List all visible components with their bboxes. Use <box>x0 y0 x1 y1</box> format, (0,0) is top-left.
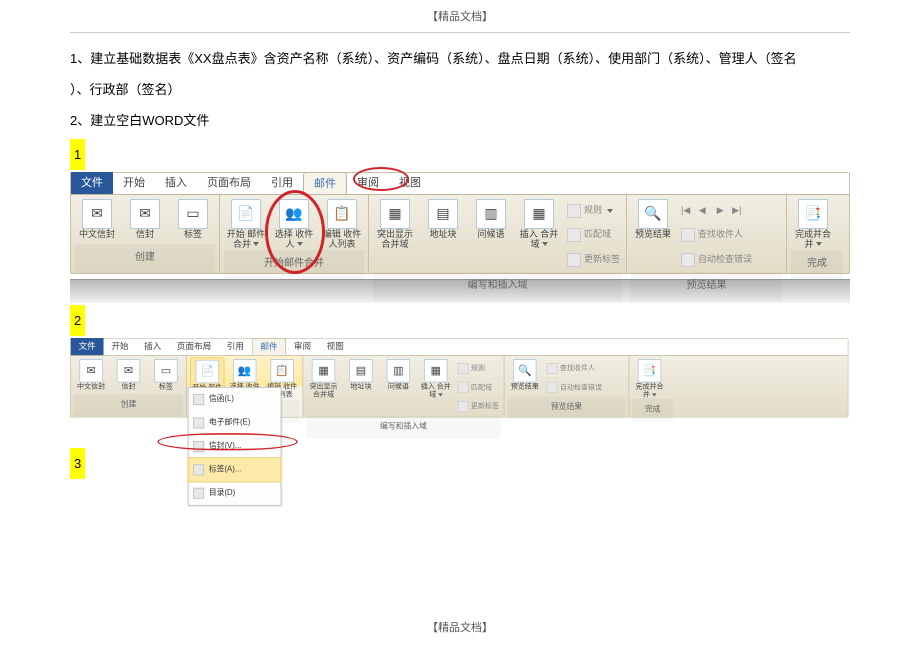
btn-match[interactable]: 匹配域 <box>565 223 622 247</box>
envelope-cn-icon: ✉ <box>82 199 112 229</box>
tab-layout-2[interactable]: 页面布局 <box>169 338 219 355</box>
address-icon: ▤ <box>428 199 458 229</box>
step-2-marker: 2 <box>70 305 85 336</box>
btn-find-recipient[interactable]: 查找收件人 <box>679 223 754 247</box>
nav-records[interactable]: |◀ ◀ ▶ ▶| <box>679 199 754 223</box>
update-icon <box>567 253 581 267</box>
tab-ref-2[interactable]: 引用 <box>219 338 252 355</box>
btn-update[interactable]: 更新标签 <box>565 248 622 272</box>
intro-line-1: 1、建立基础数据表《XX盘点表》含资产名称（系统）、资产编码（系统）、盘点日期（… <box>70 43 850 74</box>
tab-ref[interactable]: 引用 <box>261 172 303 194</box>
dd-envelope[interactable]: 信封(V)... <box>189 435 281 458</box>
dd-email[interactable]: 电子邮件(E) <box>189 411 281 434</box>
group-preview: 预览结果 <box>631 272 782 301</box>
btn-rules[interactable]: 规则 <box>565 199 622 223</box>
btn-check-2[interactable]: 自动检查错误 <box>545 378 604 396</box>
greeting-icon: ▥ <box>476 199 506 229</box>
dd-directory[interactable]: 目录(D) <box>189 481 281 504</box>
page-header: 【精品文档】 <box>70 0 850 33</box>
btn-find-2[interactable]: 查找收件人 <box>545 359 604 377</box>
btn-labels-2[interactable]: ▭标签 <box>149 357 183 390</box>
group-start-merge: 开始邮件合并 <box>224 250 364 279</box>
finish-icon: 📑 <box>798 199 828 229</box>
btn-auto-check[interactable]: 自动检查错误 <box>679 248 754 272</box>
directory-icon <box>193 488 204 499</box>
btn-preview-2[interactable]: 🔍预览结果 <box>508 357 542 390</box>
label-icon: ▭ <box>178 199 208 229</box>
btn-highlight-2[interactable]: ▦突出显示 合并域 <box>306 357 340 398</box>
step-3-marker: 3 <box>70 448 85 479</box>
dd-letter[interactable]: 信函(L) <box>189 388 281 411</box>
btn-cn-envelope[interactable]: ✉中文信封 <box>75 197 119 240</box>
tab-mail-2[interactable]: 邮件 <box>252 338 286 355</box>
tab-review[interactable]: 审阅 <box>347 172 389 194</box>
group-write-2: 编写和插入域 <box>306 416 500 439</box>
highlight-icon: ▦ <box>380 199 410 229</box>
group-finish: 完成 <box>791 250 843 279</box>
btn-edit-recipients[interactable]: 📋编辑 收件人列表 <box>320 197 364 250</box>
btn-address-2[interactable]: ▤地址块 <box>344 357 378 390</box>
btn-greeting-2[interactable]: ▥问候语 <box>381 357 415 390</box>
group-create: 创建 <box>75 244 215 273</box>
preview-icon: 🔍 <box>638 199 668 229</box>
btn-labels[interactable]: ▭标签 <box>171 197 215 240</box>
btn-finish-2[interactable]: 📑完成并合并 <box>632 357 666 398</box>
ribbon-1: 文件 开始 插入 页面布局 引用 邮件 审阅 视图 ✉中文信封 ✉信封 ▭标签 … <box>70 172 850 274</box>
btn-select-recipients[interactable]: 👥选择 收件人 <box>272 197 316 250</box>
btn-address-block[interactable]: ▤地址块 <box>421 197 465 240</box>
page-footer: 【精品文档】 <box>0 611 920 643</box>
group-write: 编写和插入域 <box>373 272 622 301</box>
dd-label[interactable]: 标签(A)... <box>188 457 282 482</box>
ribbon-2: 文件 开始 插入 页面布局 引用 邮件 审阅 视图 ✉中文信封 ✉信封 ▭标签 … <box>70 338 849 418</box>
btn-insert-field[interactable]: ▦插入 合并域 <box>517 197 561 250</box>
tab-mail[interactable]: 邮件 <box>303 172 347 194</box>
step-1-marker: 1 <box>70 139 85 170</box>
tab-review-2[interactable]: 审阅 <box>286 338 319 355</box>
btn-update-2[interactable]: 更新标签 <box>456 397 500 415</box>
tab-home[interactable]: 开始 <box>113 172 155 194</box>
btn-highlight-fields[interactable]: ▦突出显示 合并域 <box>373 197 417 250</box>
start-merge-dropdown: 信函(L) 电子邮件(E) 信封(V)... 标签(A)... 目录(D) <box>188 387 282 506</box>
recipients-icon: 👥 <box>279 199 309 229</box>
tab-file-2[interactable]: 文件 <box>71 338 104 355</box>
doc-body: 1、建立基础数据表《XX盘点表》含资产名称（系统）、资产编码（系统）、盘点日期（… <box>0 43 920 481</box>
ribbon-tabs: 文件 开始 插入 页面布局 引用 邮件 审阅 视图 <box>71 173 849 195</box>
btn-cn-envelope-2[interactable]: ✉中文信封 <box>74 357 108 390</box>
group-create-2: 创建 <box>74 394 183 417</box>
group-preview-2: 预览结果 <box>508 397 626 420</box>
find-icon <box>681 228 695 242</box>
rules-icon <box>567 204 581 218</box>
tab-layout[interactable]: 页面布局 <box>197 172 261 194</box>
intro-line-2: 2、建立空白WORD文件 <box>70 105 850 136</box>
tab-home-2[interactable]: 开始 <box>104 338 137 355</box>
tab-insert-2[interactable]: 插入 <box>136 338 169 355</box>
group-finish-2: 完成 <box>632 399 673 422</box>
btn-envelope[interactable]: ✉信封 <box>123 197 167 240</box>
btn-start-merge[interactable]: 📄开始 邮件合并 <box>224 197 268 250</box>
btn-greeting[interactable]: ▥问候语 <box>469 197 513 240</box>
edit-list-icon: 📋 <box>327 199 357 229</box>
envelope-icon <box>193 441 204 452</box>
tab-file[interactable]: 文件 <box>71 172 113 194</box>
check-icon <box>681 253 695 267</box>
btn-insert-field-2[interactable]: ▦插入 合并域 <box>419 357 453 398</box>
match-icon <box>567 228 581 242</box>
envelope-icon: ✉ <box>130 199 160 229</box>
letter-icon <box>193 394 204 405</box>
tab-view-2[interactable]: 视图 <box>319 338 352 355</box>
btn-envelope-2[interactable]: ✉信封 <box>111 357 145 390</box>
intro-line-1b: ）、行政部（签名） <box>70 74 850 105</box>
btn-preview[interactable]: 🔍预览结果 <box>631 197 675 240</box>
tab-insert[interactable]: 插入 <box>155 172 197 194</box>
btn-rules-2[interactable]: 规则 <box>456 359 500 377</box>
insert-field-icon: ▦ <box>524 199 554 229</box>
start-merge-icon: 📄 <box>231 199 261 229</box>
btn-finish-merge[interactable]: 📑完成并合并 <box>791 197 835 250</box>
btn-match-2[interactable]: 匹配域 <box>456 378 500 396</box>
label-icon <box>193 464 204 475</box>
tab-view[interactable]: 视图 <box>389 172 431 194</box>
email-icon <box>193 417 204 428</box>
